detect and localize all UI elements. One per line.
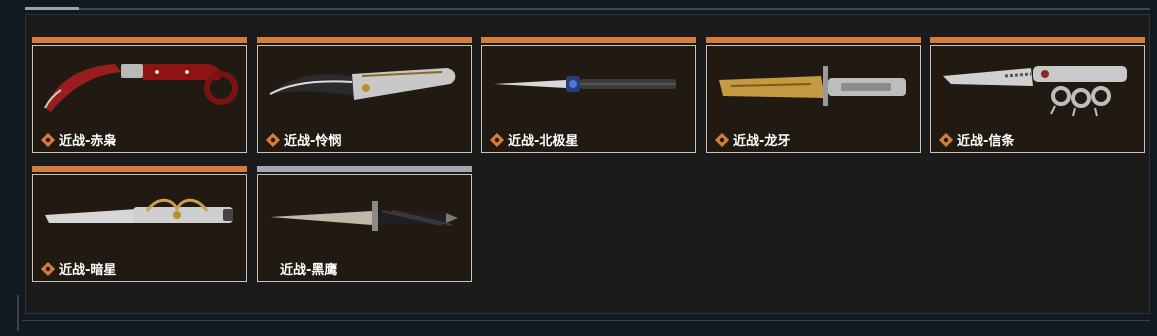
weapon-card[interactable]: 近战-怜悯 bbox=[257, 37, 472, 153]
weapon-card[interactable]: 近战-龙牙 bbox=[706, 37, 921, 153]
weapon-card[interactable]: 近战-信条 bbox=[930, 37, 1145, 153]
rarity-bar bbox=[706, 37, 921, 43]
rarity-diamond-icon bbox=[41, 261, 55, 276]
frame-top-accent bbox=[25, 7, 79, 10]
rarity-bar bbox=[32, 37, 247, 43]
frame-top-line bbox=[25, 8, 1150, 10]
weapon-card-body: 近战-赤枭 bbox=[32, 45, 247, 153]
curved-blade-icon bbox=[269, 68, 456, 100]
rarity-bar bbox=[257, 166, 472, 172]
melee-weapon-grid: 近战-赤枭 近战-怜悯 近战-北极星 近战-龙牙 近战-信条 近战-暗星 近战-… bbox=[25, 14, 1150, 314]
ornate-blade-icon bbox=[45, 198, 233, 223]
rarity-bar bbox=[481, 37, 696, 43]
knuckle-knife-icon bbox=[943, 66, 1127, 117]
frame-corner-tick bbox=[17, 295, 19, 331]
weapon-card-body: 近战-龙牙 bbox=[706, 45, 921, 153]
rarity-bar bbox=[32, 166, 247, 172]
weapon-card[interactable]: 近战-北极星 bbox=[481, 37, 696, 153]
frame-bottom-line bbox=[22, 320, 1150, 321]
weapon-card[interactable]: 近战-赤枭 bbox=[32, 37, 247, 153]
weapon-name: 近战-黑鹰 bbox=[280, 263, 338, 278]
dagger-icon bbox=[494, 76, 676, 92]
weapon-card[interactable]: 近战-黑鹰 bbox=[257, 166, 472, 282]
weapon-name: 近战-北极星 bbox=[508, 134, 579, 149]
combat-knife-icon bbox=[270, 201, 458, 231]
rarity-diamond-icon bbox=[939, 132, 953, 147]
weapon-name: 近战-怜悯 bbox=[284, 134, 342, 149]
weapon-name: 近战-暗星 bbox=[59, 263, 117, 278]
weapon-card-body: 近战-怜悯 bbox=[257, 45, 472, 153]
rarity-diamond-icon bbox=[715, 132, 729, 147]
weapon-card-body: 近战-暗星 bbox=[32, 174, 247, 282]
weapon-name: 近战-龙牙 bbox=[733, 134, 791, 149]
rarity-bar bbox=[930, 37, 1145, 43]
bayonet-icon bbox=[719, 66, 906, 106]
rarity-bar bbox=[257, 37, 472, 43]
weapon-card-body: 近战-北极星 bbox=[481, 45, 696, 153]
rarity-diamond-icon bbox=[266, 132, 280, 147]
rarity-diamond-icon bbox=[490, 132, 504, 147]
weapon-name: 近战-赤枭 bbox=[59, 134, 117, 149]
rarity-diamond-icon bbox=[41, 132, 55, 147]
weapon-card[interactable]: 近战-暗星 bbox=[32, 166, 247, 282]
karambit-knife-icon bbox=[44, 64, 238, 112]
weapon-card-body: 近战-黑鹰 bbox=[257, 174, 472, 282]
weapon-name: 近战-信条 bbox=[957, 134, 1015, 149]
weapon-card-body: 近战-信条 bbox=[930, 45, 1145, 153]
